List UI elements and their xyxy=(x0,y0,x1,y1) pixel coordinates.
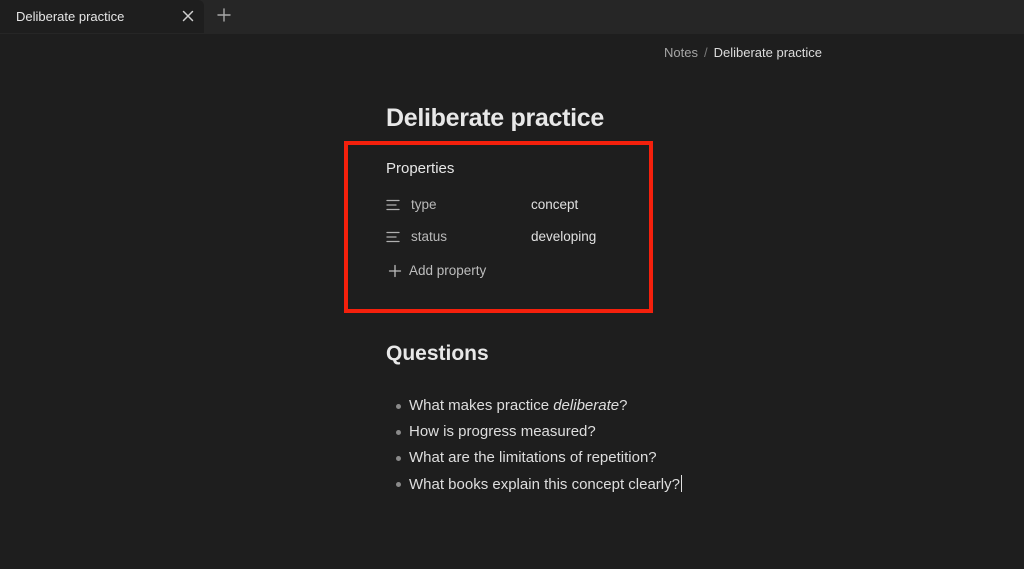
list-item-text[interactable]: What are the limitations of repetition? xyxy=(409,449,657,466)
properties-heading[interactable]: Properties xyxy=(386,160,454,177)
property-row-type[interactable]: type concept xyxy=(386,196,626,214)
bullet-dot-icon xyxy=(396,482,401,487)
bullet-dot-icon xyxy=(396,430,401,435)
list-item-text[interactable]: What makes practice deliberate? xyxy=(409,397,627,414)
list-item-text[interactable]: How is progress measured? xyxy=(409,423,596,440)
breadcrumb: Notes / Deliberate practice xyxy=(664,45,822,60)
tab-title: Deliberate practice xyxy=(16,9,125,24)
new-tab-plus-icon[interactable] xyxy=(215,6,233,24)
tab-bar: Deliberate practice xyxy=(0,0,1024,34)
app-window: Deliberate practice Notes / Deliberate pra… xyxy=(0,0,1024,569)
text-lines-icon xyxy=(386,231,400,243)
breadcrumb-separator: / xyxy=(703,45,708,60)
text-lines-icon xyxy=(386,199,400,211)
property-value[interactable]: concept xyxy=(531,197,578,212)
tab-deliberate-practice[interactable]: Deliberate practice xyxy=(0,0,204,33)
page-title[interactable]: Deliberate practice xyxy=(386,104,604,133)
list-item-text-start: What makes practice xyxy=(409,397,554,414)
breadcrumb-notes[interactable]: Notes xyxy=(664,45,698,60)
plus-icon xyxy=(388,264,402,278)
questions-heading[interactable]: Questions xyxy=(386,342,489,366)
close-icon[interactable] xyxy=(180,8,196,24)
list-item-text[interactable]: What books explain this concept clearly? xyxy=(409,475,682,493)
text-cursor xyxy=(680,475,682,492)
property-key[interactable]: type xyxy=(411,197,437,212)
list-item-text-end: ? xyxy=(619,397,628,414)
bullet-dot-icon xyxy=(396,404,401,409)
property-row-status[interactable]: status developing xyxy=(386,228,626,246)
emphasis-text: deliberate xyxy=(553,397,620,414)
breadcrumb-current[interactable]: Deliberate practice xyxy=(714,45,822,60)
list-item-text-content: What books explain this concept clearly? xyxy=(409,476,680,493)
property-value[interactable]: developing xyxy=(531,229,596,244)
add-property-label: Add property xyxy=(409,263,487,278)
property-key[interactable]: status xyxy=(411,229,447,244)
bullet-dot-icon xyxy=(396,456,401,461)
